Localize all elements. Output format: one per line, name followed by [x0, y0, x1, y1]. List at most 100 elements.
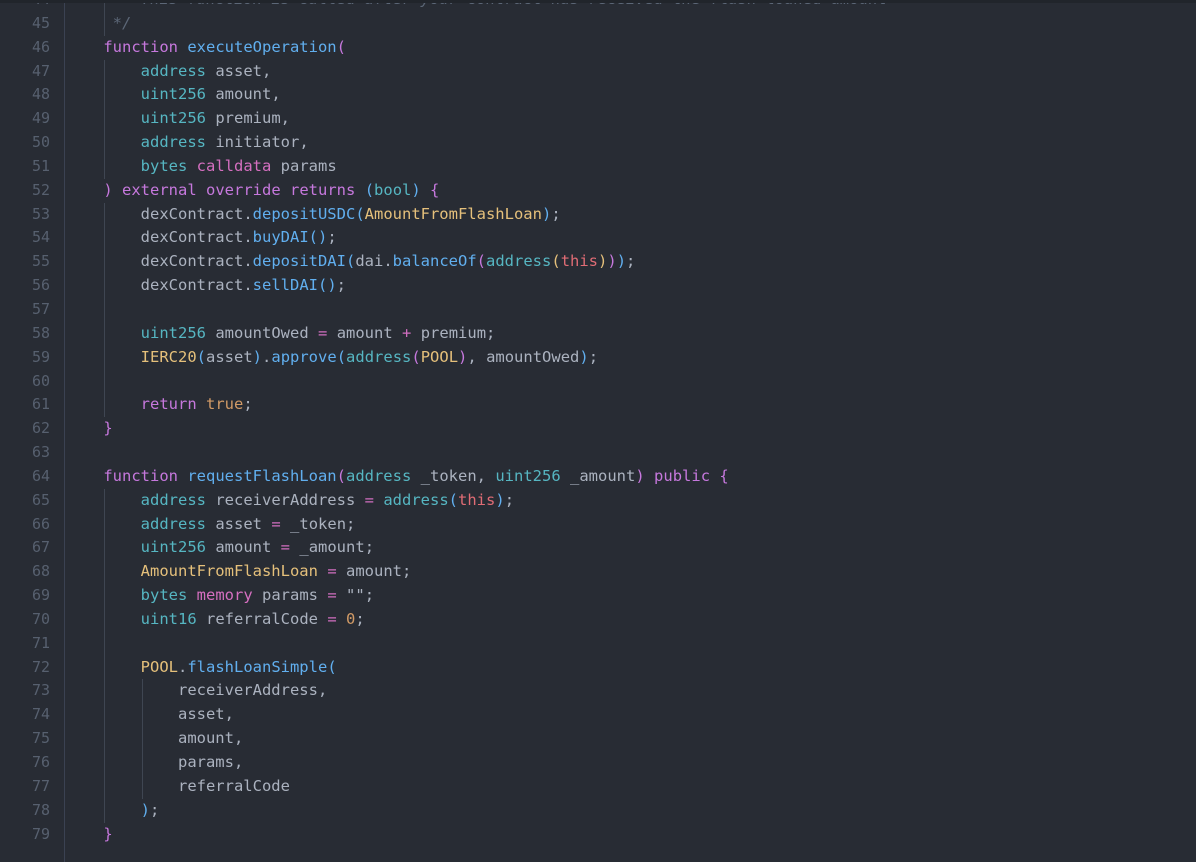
- line-number: 78: [31, 800, 50, 819]
- line-number: 58: [31, 323, 50, 342]
- line-number: 59: [31, 347, 50, 366]
- line-number: 45: [31, 13, 50, 32]
- line-content: address initiator,: [140, 133, 309, 152]
- code-line[interactable]: 75 amount,: [0, 727, 1196, 751]
- line-number: 71: [31, 633, 50, 652]
- line-number: 69: [31, 586, 50, 605]
- line-content: dexContract.depositUSDC(AmountFromFlashL…: [140, 204, 561, 223]
- line-content: function executeOperation(: [103, 37, 346, 56]
- line-number: 75: [31, 729, 50, 748]
- code-line[interactable]: 73 receiverAddress,: [0, 679, 1196, 704]
- line-content: amount,: [177, 729, 244, 748]
- code-line[interactable]: 72 POOL.flashLoanSimple(: [0, 655, 1196, 680]
- line-number: 63: [31, 443, 50, 462]
- line-content: return true;: [140, 395, 253, 414]
- code-line[interactable]: 58 uint256 amountOwed = amount + premium…: [0, 321, 1196, 346]
- line-content: ) external override returns (bool) {: [103, 180, 440, 199]
- code-line[interactable]: 61 return true;: [0, 393, 1196, 418]
- line-number: 74: [31, 705, 50, 724]
- line-number: 60: [31, 371, 50, 390]
- indent-guide: [104, 631, 105, 656]
- line-content: params,: [177, 753, 244, 771]
- code-line[interactable]: 71: [0, 631, 1196, 656]
- code-line[interactable]: 56 dexContract.sellDAI();: [0, 274, 1196, 298]
- line-number: 64: [31, 466, 50, 485]
- code-line[interactable]: 46 function executeOperation(: [0, 36, 1196, 60]
- code-line[interactable]: 52 ) external override returns (bool) {: [0, 179, 1196, 203]
- code-line[interactable]: 53 dexContract.depositUSDC(AmountFromFla…: [0, 202, 1196, 227]
- line-number: 48: [31, 85, 50, 104]
- line-content: referralCode: [177, 776, 290, 795]
- code-line[interactable]: 77 referralCode: [0, 774, 1196, 799]
- line-content: );: [140, 800, 160, 819]
- line-number: 51: [31, 156, 50, 175]
- line-number: 50: [31, 133, 50, 152]
- code-editor[interactable]: 44 This function is called after your co…: [0, 0, 1196, 862]
- code-line[interactable]: 79 }: [0, 823, 1196, 847]
- line-number: 73: [31, 681, 50, 700]
- line-content: bytes memory params = "";: [140, 586, 375, 605]
- code-line[interactable]: 48 uint256 amount,: [0, 83, 1196, 108]
- line-content: uint256 amount,: [140, 85, 281, 104]
- line-content: bytes calldata params: [140, 156, 337, 175]
- code-line[interactable]: 64 function requestFlashLoan(address _to…: [0, 465, 1196, 489]
- line-content: */: [66, 13, 132, 32]
- code-line[interactable]: 57: [0, 297, 1196, 322]
- line-content: }: [103, 824, 113, 843]
- line-content: address asset = _token;: [140, 514, 356, 533]
- code-line[interactable]: 69 bytes memory params = "";: [0, 584, 1196, 608]
- line-number: 49: [31, 109, 50, 128]
- code-line[interactable]: 60: [0, 369, 1196, 394]
- line-content: dexContract.depositDAI(dai.balanceOf(add…: [140, 252, 636, 271]
- code-line[interactable]: 65 address receiverAddress = address(thi…: [0, 488, 1196, 513]
- code-line[interactable]: 55 dexContract.depositDAI(dai.balanceOf(…: [0, 250, 1196, 275]
- code-line[interactable]: 47 address asset,: [0, 59, 1196, 84]
- line-content: uint256 amount = _amount;: [140, 538, 375, 557]
- line-content: AmountFromFlashLoan = amount;: [140, 562, 412, 581]
- code-line[interactable]: 70 uint16 referralCode = 0;: [0, 607, 1196, 632]
- line-number: 76: [31, 753, 50, 771]
- line-number: 72: [31, 657, 50, 676]
- line-number: 46: [31, 37, 50, 56]
- line-content: }: [103, 419, 113, 438]
- code-line[interactable]: 45 */: [0, 11, 1196, 36]
- line-number: 54: [31, 228, 50, 247]
- line-content: POOL.flashLoanSimple(: [140, 657, 337, 676]
- line-content: dexContract.buyDAI();: [140, 228, 337, 247]
- line-content: function requestFlashLoan(address _token…: [103, 466, 729, 485]
- indent-guide: [104, 297, 105, 322]
- line-number: 53: [31, 204, 50, 223]
- gutter-divider: [64, 0, 65, 862]
- line-number: 70: [31, 609, 50, 628]
- line-content: uint256 amountOwed = amount + premium;: [140, 323, 496, 342]
- code-line[interactable]: 68 AmountFromFlashLoan = amount;: [0, 560, 1196, 585]
- code-line[interactable]: 50 address initiator,: [0, 131, 1196, 155]
- code-line[interactable]: 54 dexContract.buyDAI();: [0, 226, 1196, 251]
- code-line[interactable]: 59 IERC20(asset).approve(address(POOL), …: [0, 345, 1196, 370]
- code-line[interactable]: 66 address asset = _token;: [0, 512, 1196, 537]
- code-line[interactable]: 49 uint256 premium,: [0, 107, 1196, 132]
- code-line[interactable]: 67 uint256 amount = _amount;: [0, 536, 1196, 561]
- code-line[interactable]: 62 }: [0, 417, 1196, 441]
- line-number: 61: [31, 395, 50, 414]
- line-content: asset,: [177, 705, 234, 724]
- line-number: 56: [31, 276, 50, 295]
- line-number: 68: [31, 562, 50, 581]
- line-number: 57: [31, 299, 50, 318]
- line-content: address receiverAddress = address(this);: [140, 490, 515, 509]
- line-content: IERC20(asset).approve(address(POOL), amo…: [140, 347, 599, 366]
- code-line[interactable]: 76 params,: [0, 751, 1196, 775]
- line-number: 62: [31, 419, 50, 438]
- line-number: 79: [31, 824, 50, 843]
- editor-lines: 44 This function is called after your co…: [0, 0, 1196, 846]
- line-number: 77: [31, 776, 50, 795]
- code-line[interactable]: 78 );: [0, 798, 1196, 823]
- indent-guide: [104, 369, 105, 394]
- code-line[interactable]: 51 bytes calldata params: [0, 154, 1196, 179]
- code-line[interactable]: 63: [0, 441, 1196, 465]
- editor-top-clip: [0, 0, 1196, 3]
- code-line[interactable]: 74 asset,: [0, 703, 1196, 728]
- line-number: 55: [31, 252, 50, 271]
- line-content: receiverAddress,: [177, 681, 328, 700]
- line-content: uint16 referralCode = 0;: [140, 609, 365, 628]
